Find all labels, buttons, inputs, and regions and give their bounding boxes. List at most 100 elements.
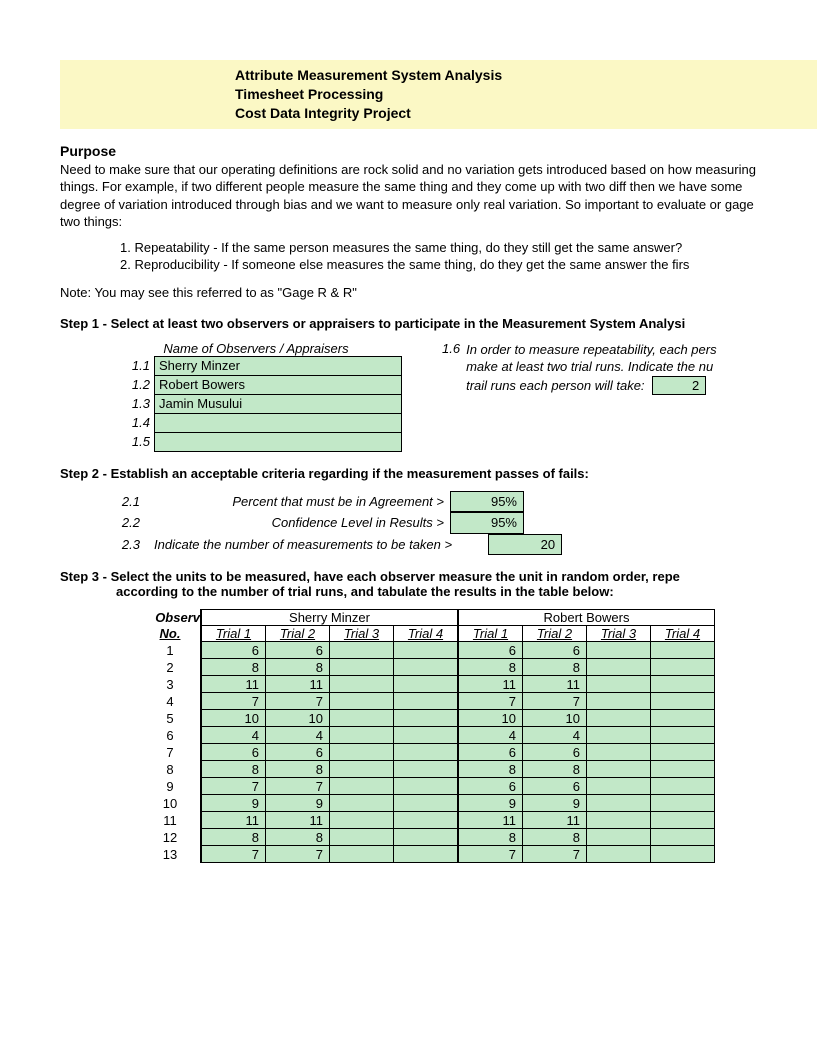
data-cell[interactable]: 10 xyxy=(201,710,266,727)
data-cell[interactable]: 7 xyxy=(266,778,330,795)
data-cell[interactable] xyxy=(394,846,459,863)
data-cell[interactable]: 10 xyxy=(266,710,330,727)
data-cell[interactable] xyxy=(651,812,715,829)
data-cell[interactable]: 8 xyxy=(201,761,266,778)
data-cell[interactable] xyxy=(330,829,394,846)
data-cell[interactable]: 11 xyxy=(458,812,523,829)
data-cell[interactable]: 8 xyxy=(523,761,587,778)
data-cell[interactable]: 6 xyxy=(523,744,587,761)
data-cell[interactable] xyxy=(651,727,715,744)
data-cell[interactable]: 6 xyxy=(523,642,587,659)
data-cell[interactable]: 6 xyxy=(458,778,523,795)
data-cell[interactable]: 7 xyxy=(266,693,330,710)
data-cell[interactable] xyxy=(651,761,715,778)
measurement-count-input[interactable]: 20 xyxy=(488,534,562,556)
data-cell[interactable]: 6 xyxy=(458,744,523,761)
data-cell[interactable] xyxy=(394,693,459,710)
data-cell[interactable] xyxy=(587,710,651,727)
confidence-level-input[interactable]: 95% xyxy=(450,512,524,534)
data-cell[interactable]: 8 xyxy=(201,659,266,676)
data-cell[interactable]: 10 xyxy=(523,710,587,727)
data-cell[interactable]: 7 xyxy=(266,846,330,863)
data-cell[interactable]: 7 xyxy=(201,693,266,710)
data-cell[interactable]: 11 xyxy=(523,676,587,693)
data-cell[interactable]: 6 xyxy=(266,744,330,761)
data-cell[interactable]: 9 xyxy=(266,795,330,812)
data-cell[interactable] xyxy=(330,710,394,727)
data-cell[interactable] xyxy=(394,727,459,744)
data-cell[interactable]: 6 xyxy=(266,642,330,659)
data-cell[interactable] xyxy=(587,829,651,846)
observer-name-input[interactable] xyxy=(155,413,402,432)
agreement-percent-input[interactable]: 95% xyxy=(450,491,524,513)
observer-name-input[interactable]: Robert Bowers xyxy=(155,375,402,394)
data-cell[interactable] xyxy=(394,710,459,727)
data-cell[interactable] xyxy=(330,659,394,676)
data-cell[interactable] xyxy=(394,795,459,812)
data-cell[interactable] xyxy=(651,676,715,693)
data-cell[interactable]: 8 xyxy=(458,829,523,846)
data-cell[interactable] xyxy=(330,676,394,693)
observer-name-input[interactable] xyxy=(155,432,402,451)
data-cell[interactable] xyxy=(330,761,394,778)
data-cell[interactable] xyxy=(651,744,715,761)
data-cell[interactable]: 11 xyxy=(266,676,330,693)
data-cell[interactable]: 11 xyxy=(266,812,330,829)
data-cell[interactable] xyxy=(394,676,459,693)
data-cell[interactable]: 7 xyxy=(201,846,266,863)
data-cell[interactable] xyxy=(394,812,459,829)
data-cell[interactable] xyxy=(651,829,715,846)
data-cell[interactable]: 7 xyxy=(523,693,587,710)
data-cell[interactable] xyxy=(587,761,651,778)
data-cell[interactable] xyxy=(651,795,715,812)
data-cell[interactable]: 9 xyxy=(458,795,523,812)
data-cell[interactable] xyxy=(330,778,394,795)
data-cell[interactable]: 8 xyxy=(458,761,523,778)
data-cell[interactable] xyxy=(330,642,394,659)
data-cell[interactable]: 8 xyxy=(523,659,587,676)
data-cell[interactable] xyxy=(394,761,459,778)
data-cell[interactable]: 7 xyxy=(458,846,523,863)
observer-name-input[interactable]: Sherry Minzer xyxy=(155,356,402,375)
data-cell[interactable] xyxy=(651,693,715,710)
data-cell[interactable]: 6 xyxy=(458,642,523,659)
data-cell[interactable]: 6 xyxy=(523,778,587,795)
data-cell[interactable] xyxy=(330,744,394,761)
data-cell[interactable] xyxy=(651,710,715,727)
data-cell[interactable]: 8 xyxy=(266,829,330,846)
data-cell[interactable] xyxy=(587,778,651,795)
data-cell[interactable] xyxy=(587,693,651,710)
data-cell[interactable]: 7 xyxy=(458,693,523,710)
data-cell[interactable]: 9 xyxy=(201,795,266,812)
data-cell[interactable] xyxy=(330,846,394,863)
data-cell[interactable] xyxy=(330,727,394,744)
data-cell[interactable]: 6 xyxy=(201,744,266,761)
data-cell[interactable]: 4 xyxy=(266,727,330,744)
data-cell[interactable]: 11 xyxy=(201,676,266,693)
data-cell[interactable] xyxy=(651,642,715,659)
data-cell[interactable]: 4 xyxy=(458,727,523,744)
observer-name-input[interactable]: Jamin Musului xyxy=(155,394,402,413)
data-cell[interactable] xyxy=(330,693,394,710)
data-cell[interactable]: 10 xyxy=(458,710,523,727)
data-cell[interactable] xyxy=(587,795,651,812)
data-cell[interactable]: 6 xyxy=(201,642,266,659)
data-cell[interactable]: 8 xyxy=(458,659,523,676)
data-cell[interactable] xyxy=(394,744,459,761)
data-cell[interactable] xyxy=(330,795,394,812)
data-cell[interactable]: 8 xyxy=(266,659,330,676)
data-cell[interactable]: 4 xyxy=(523,727,587,744)
data-cell[interactable]: 8 xyxy=(266,761,330,778)
data-cell[interactable]: 7 xyxy=(523,846,587,863)
data-cell[interactable]: 8 xyxy=(201,829,266,846)
data-cell[interactable] xyxy=(651,659,715,676)
data-cell[interactable] xyxy=(587,676,651,693)
data-cell[interactable] xyxy=(587,659,651,676)
data-cell[interactable]: 11 xyxy=(201,812,266,829)
data-cell[interactable]: 11 xyxy=(523,812,587,829)
data-cell[interactable] xyxy=(587,727,651,744)
data-cell[interactable] xyxy=(587,744,651,761)
data-cell[interactable]: 11 xyxy=(458,676,523,693)
data-cell[interactable] xyxy=(394,642,459,659)
data-cell[interactable]: 8 xyxy=(523,829,587,846)
